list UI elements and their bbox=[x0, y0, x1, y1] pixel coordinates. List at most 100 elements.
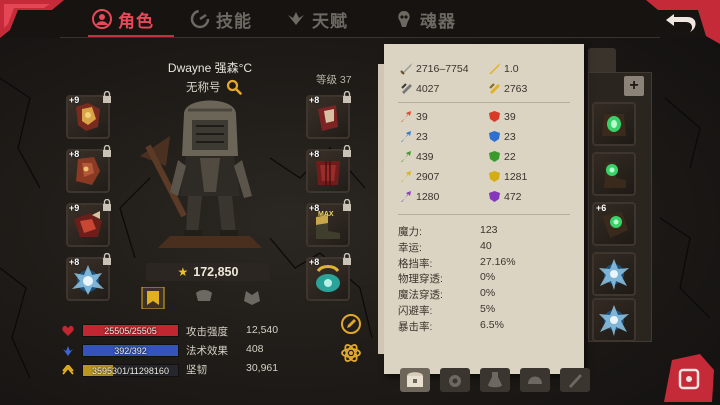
equip-slot-left-1[interactable]: +9 bbox=[66, 91, 111, 139]
shoulder-icon[interactable] bbox=[196, 290, 212, 301]
equip-slot-left-3[interactable]: +9 bbox=[66, 199, 111, 247]
bag-tab-equipment[interactable] bbox=[400, 368, 430, 392]
attack-icon bbox=[400, 63, 412, 75]
mana-text: 392/392 bbox=[114, 346, 147, 356]
bag-tab-materials[interactable] bbox=[560, 368, 590, 392]
potion-icon bbox=[488, 372, 502, 388]
chest-icon bbox=[407, 372, 423, 387]
resistance-value: 23 bbox=[504, 130, 516, 143]
stat-value: 1.0 bbox=[504, 62, 519, 75]
attribute-row: 物理穿透: 0% bbox=[398, 271, 568, 287]
tab-label: 魂器 bbox=[420, 11, 456, 31]
inventory-item[interactable]: +6 bbox=[592, 202, 636, 246]
settings-shield-button[interactable] bbox=[660, 352, 716, 402]
resistance-stat: 23 bbox=[400, 130, 428, 143]
enhance-level: +8 bbox=[309, 95, 320, 105]
lock-icon bbox=[103, 91, 111, 103]
active-tab-indicator bbox=[88, 35, 174, 38]
character-level: 等级 37 bbox=[316, 74, 352, 86]
svg-text:MAX: MAX bbox=[318, 211, 334, 218]
equip-slot-right-4[interactable]: +8 bbox=[306, 253, 351, 301]
resource-bars: 25505/25505 392/392 3595301/11298160 bbox=[62, 323, 180, 383]
attribute-value: 0% bbox=[480, 271, 496, 284]
frost-res-icon bbox=[489, 131, 500, 142]
fire-res-icon bbox=[489, 111, 500, 122]
bracer-slot-icon[interactable] bbox=[244, 291, 260, 305]
attribute-row: 闪避率: 5% bbox=[398, 303, 568, 319]
attribute-row: 魔法穿透: 0% bbox=[398, 287, 568, 303]
frost-icon bbox=[401, 131, 411, 142]
tab-soul-vessel[interactable]: 魂器 bbox=[394, 4, 456, 34]
health-text: 25505/25505 bbox=[104, 326, 157, 336]
magic-defense-icon bbox=[489, 83, 500, 94]
poison-icon bbox=[401, 151, 411, 162]
enhance-level: +9 bbox=[69, 95, 80, 105]
inventory-item[interactable] bbox=[592, 152, 636, 196]
equip-slot-left-2[interactable]: +8 bbox=[66, 145, 111, 193]
stat-value: 4027 bbox=[416, 82, 440, 95]
resistance-stat: 472 bbox=[488, 190, 522, 203]
back-button[interactable] bbox=[640, 0, 720, 44]
soul-vessel-icon bbox=[398, 11, 410, 27]
inventory-item[interactable] bbox=[592, 298, 636, 342]
resistance-stat: 39 bbox=[488, 110, 516, 123]
banner-icon[interactable] bbox=[141, 287, 165, 309]
character-title[interactable]: 无称号 bbox=[186, 79, 221, 95]
mana-icon bbox=[63, 346, 73, 356]
corner-ornament-left bbox=[0, 0, 64, 38]
stats-panel: 2716–7754 1.0 4027 2763 魔力: 123 幸运: 40 格挡率… bbox=[378, 44, 584, 374]
xp-bar: 3595301/11298160 bbox=[62, 363, 180, 379]
equip-slot-left-4[interactable]: +8 bbox=[66, 253, 111, 301]
attribute-row: 法术效果 408 bbox=[186, 343, 298, 362]
attribute-label: 闪避率: bbox=[398, 304, 433, 317]
attribute-label: 幸运: bbox=[398, 241, 422, 254]
enhance-level: +6 bbox=[596, 203, 607, 213]
core-attributes: 攻击强度 12,540 法术效果 408 坚韧 30,961 bbox=[186, 324, 298, 381]
enhance-level: +8 bbox=[309, 257, 320, 267]
shadow-icon bbox=[401, 191, 411, 202]
bag-tab-armor[interactable] bbox=[520, 368, 550, 392]
equip-slot-right-1[interactable]: +8 bbox=[306, 91, 351, 139]
lock-icon bbox=[103, 253, 111, 265]
equip-slot-right-3[interactable]: MAX +8 bbox=[306, 199, 351, 247]
tab-character[interactable]: 角色 bbox=[92, 4, 154, 34]
rename-button[interactable] bbox=[340, 313, 362, 335]
tab-label: 天赋 bbox=[312, 11, 348, 31]
divider bbox=[398, 102, 570, 103]
attribute-row: 格挡率: 27.16% bbox=[398, 256, 568, 272]
attribute-label: 法术效果 bbox=[186, 345, 228, 357]
resistance-value: 39 bbox=[416, 110, 428, 123]
top-nav-bar: 角色 技能 天赋 魂器 bbox=[0, 0, 720, 44]
add-slot-button[interactable]: + bbox=[624, 76, 644, 96]
bag-tab-gems[interactable] bbox=[440, 368, 470, 392]
lightning-res-icon bbox=[489, 171, 500, 182]
resistance-stat: 22 bbox=[488, 150, 516, 163]
resistance-stat: 439 bbox=[400, 150, 434, 163]
secondary-attributes: 魔力: 123 幸运: 40 格挡率: 27.16% 物理穿透: 0% 魔法穿透: 0% … bbox=[398, 224, 568, 335]
gem-bag-icon bbox=[449, 375, 461, 387]
inventory-item[interactable] bbox=[592, 252, 636, 296]
stat-attack-speed: 1.0 bbox=[488, 62, 519, 75]
attribute-value: 30,961 bbox=[246, 362, 279, 374]
attribute-row: 暴击率: 6.5% bbox=[398, 319, 568, 335]
inventory-item[interactable] bbox=[592, 102, 636, 146]
combat-power: ★ 172,850 bbox=[146, 263, 270, 281]
bag-tab-potions[interactable] bbox=[480, 368, 510, 392]
equip-slot-right-2[interactable]: +8 bbox=[306, 145, 351, 193]
search-icon[interactable] bbox=[226, 79, 242, 95]
atom-icon[interactable] bbox=[340, 342, 362, 364]
inventory-filter-tab[interactable] bbox=[588, 48, 616, 72]
attribute-row: 幸运: 40 bbox=[398, 240, 568, 256]
resistance-stat: 23 bbox=[488, 130, 516, 143]
attribute-value: 408 bbox=[246, 343, 264, 355]
fire-icon bbox=[401, 111, 411, 122]
tab-label: 技能 bbox=[216, 11, 252, 31]
attribute-value: 12,540 bbox=[246, 324, 279, 336]
attribute-label: 物理穿透: bbox=[398, 273, 443, 286]
resistance-stat: 2907 bbox=[400, 170, 439, 183]
attribute-label: 坚韧 bbox=[186, 364, 207, 376]
tab-talent[interactable]: 天赋 bbox=[286, 4, 348, 34]
tab-skills[interactable]: 技能 bbox=[190, 4, 252, 34]
skill-icon bbox=[190, 9, 210, 29]
attribute-value: 40 bbox=[480, 239, 492, 252]
